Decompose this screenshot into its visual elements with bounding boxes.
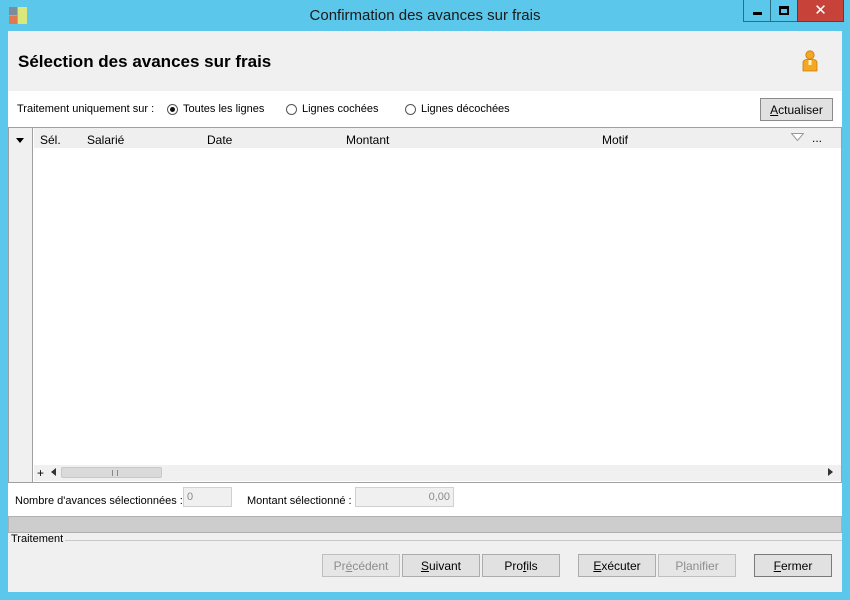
horizontal-scrollbar[interactable]: + [34,465,841,481]
radio-label: Lignes cochées [302,103,379,115]
filter-icon[interactable] [791,133,804,141]
column-header-amount[interactable]: Montant [346,133,389,147]
selected-amount-label: Montant sélectionné : [247,495,352,507]
selected-count-label: Nombre d'avances sélectionnées : [15,495,183,507]
minimize-button[interactable] [743,0,771,22]
close-window-button[interactable]: ✕ [797,0,844,22]
filter-label: Traitement uniquement sur : [17,103,155,115]
execute-button[interactable]: Exécuter [578,554,656,577]
profiles-button[interactable]: Pro f ils [482,554,560,577]
radio-label: Toutes les lignes [183,103,265,115]
previous-button[interactable]: Pr é cédent [322,554,400,577]
app-window: Confirmation des avances sur frais ✕ Sél… [0,0,850,600]
advances-grid[interactable]: Sél. Salarié Date Montant Motif ... + [8,127,842,483]
selected-count-field: 0 [183,487,232,507]
user-icon [802,50,818,72]
radio-all-lines[interactable]: Toutes les lignes [167,103,264,115]
radio-circle[interactable] [405,103,416,115]
schedule-button[interactable]: Pl anifier [658,554,736,577]
section-label: Traitement [11,533,64,545]
summary-bar: Nombre d'avances sélectionnées : 0 Monta… [8,483,842,516]
scroll-left-icon[interactable] [51,468,56,476]
next-button[interactable]: Suivant [402,554,480,577]
row-indicator-icon[interactable] [16,138,24,143]
refresh-button[interactable]: Actualiser [760,98,833,121]
radio-label: Lignes décochées [421,103,510,115]
filter-bar: Traitement uniquement sur : Toutes les l… [8,91,842,127]
maximize-button[interactable] [770,0,798,22]
row-selector-strip [9,128,33,482]
close-button[interactable]: Fermer [754,554,832,577]
radio-circle[interactable] [167,103,178,115]
window-title: Confirmation des avances sur frais [309,7,541,24]
section-divider [65,540,842,541]
radio-checked-lines[interactable]: Lignes cochées [286,103,378,115]
column-chooser-icon[interactable]: ... [812,131,822,145]
progress-bar [8,516,842,533]
maximize-icon [779,6,789,15]
scroll-right-icon[interactable] [828,468,833,476]
add-row-icon[interactable]: + [37,466,44,480]
column-header-reason[interactable]: Motif [602,133,628,147]
minimize-icon [752,12,762,15]
column-header-employee[interactable]: Salarié [87,133,124,147]
column-header-date[interactable]: Date [207,133,232,147]
radio-unchecked-lines[interactable]: Lignes décochées [405,103,510,115]
radio-circle[interactable] [286,103,297,115]
page-header: Sélection des avances sur frais [8,31,842,91]
client-area: Sélection des avances sur frais Traiteme… [8,31,842,592]
page-title: Sélection des avances sur frais [18,52,272,71]
grid-header: Sél. Salarié Date Montant Motif ... [34,128,841,148]
selected-amount-field: 0,00 [355,487,454,507]
title-bar[interactable]: Confirmation des avances sur frais ✕ [0,0,850,31]
scrollbar-thumb[interactable] [61,467,162,478]
column-header-select[interactable]: Sél. [40,133,61,147]
close-icon: ✕ [814,2,827,19]
